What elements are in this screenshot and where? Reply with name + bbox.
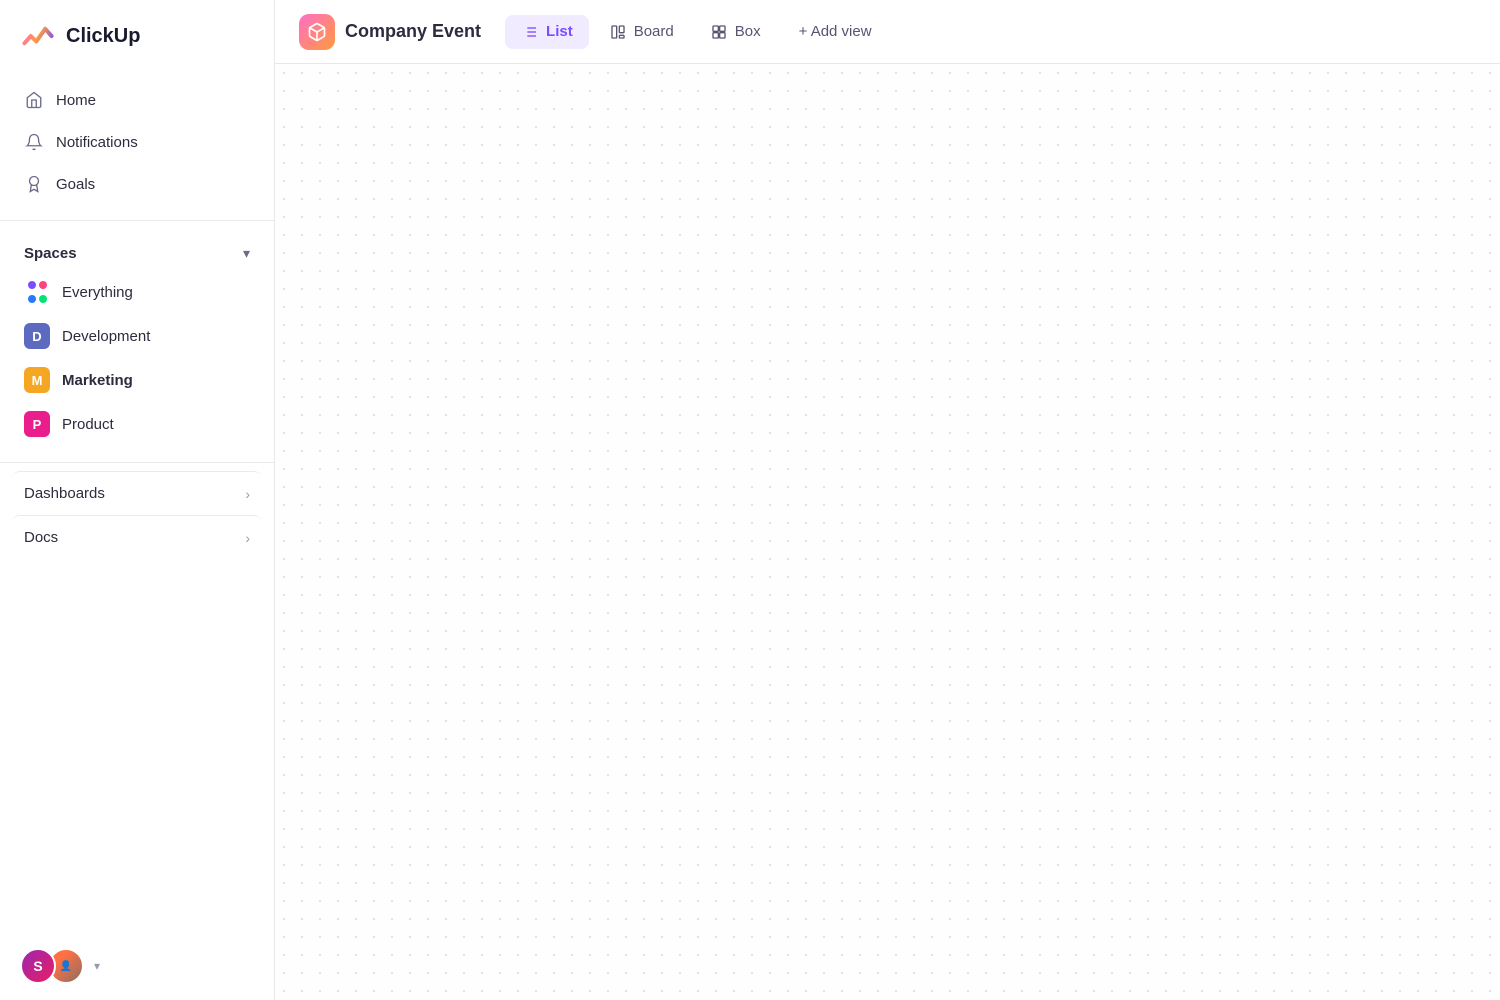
- divider-1: [0, 220, 274, 221]
- project-name: Company Event: [345, 21, 481, 42]
- sidebar-item-notifications[interactable]: Notifications: [12, 122, 262, 162]
- chevron-right-icon-dashboards: ›: [245, 486, 250, 502]
- marketing-label: Marketing: [62, 372, 133, 389]
- everything-dots-icon: [24, 279, 50, 305]
- tab-box-label: Box: [735, 23, 761, 40]
- goals-label: Goals: [56, 176, 95, 193]
- box-3d-icon: [307, 22, 327, 42]
- bell-icon: [24, 132, 44, 152]
- clickup-logo-icon: [20, 18, 56, 54]
- board-icon: [609, 23, 627, 41]
- chevron-down-icon: ▾: [243, 245, 250, 262]
- development-label: Development: [62, 328, 150, 345]
- tab-board-label: Board: [634, 23, 674, 40]
- project-icon: [299, 14, 335, 50]
- product-badge: P: [24, 411, 50, 437]
- header: Company Event List: [275, 0, 1500, 64]
- sidebar-item-goals[interactable]: Goals: [12, 164, 262, 204]
- tab-list[interactable]: List: [505, 15, 589, 49]
- divider-2: [0, 462, 274, 463]
- spaces-header[interactable]: Spaces ▾: [12, 237, 262, 270]
- box-icon: [710, 23, 728, 41]
- notifications-label: Notifications: [56, 134, 138, 151]
- project-info: Company Event: [299, 14, 481, 50]
- docs-label: Docs: [24, 529, 58, 546]
- avatar-group: S 👤: [20, 948, 84, 984]
- home-label: Home: [56, 92, 96, 109]
- list-icon: [521, 23, 539, 41]
- add-view-button[interactable]: + Add view: [785, 15, 886, 48]
- spaces-title: Spaces: [24, 245, 77, 262]
- footer-chevron-icon: ▾: [94, 959, 100, 973]
- logo-area: ClickUp: [0, 0, 274, 72]
- main-content: Company Event List: [275, 0, 1500, 1000]
- product-label: Product: [62, 416, 114, 433]
- avatar-user-s: S: [20, 948, 56, 984]
- sidebar-item-everything[interactable]: Everything: [12, 270, 262, 314]
- sidebar-item-marketing[interactable]: M Marketing: [12, 358, 262, 402]
- everything-label: Everything: [62, 284, 133, 301]
- logo-text: ClickUp: [66, 25, 140, 48]
- sidebar-nav: Home Notifications Goals: [0, 72, 274, 212]
- tab-board[interactable]: Board: [593, 15, 690, 49]
- sidebar-footer[interactable]: S 👤 ▾: [0, 932, 274, 1000]
- marketing-badge: M: [24, 367, 50, 393]
- sidebar-item-product[interactable]: P Product: [12, 402, 262, 446]
- sidebar-item-home[interactable]: Home: [12, 80, 262, 120]
- chevron-right-icon-docs: ›: [245, 530, 250, 546]
- development-badge: D: [24, 323, 50, 349]
- tab-box[interactable]: Box: [694, 15, 777, 49]
- sidebar-item-docs[interactable]: Docs ›: [12, 515, 262, 559]
- sidebar-item-dashboards[interactable]: Dashboards ›: [12, 471, 262, 515]
- view-tabs: List Board: [505, 15, 886, 49]
- dashboards-label: Dashboards: [24, 485, 105, 502]
- home-icon: [24, 90, 44, 110]
- bottom-sections: Dashboards › Docs ›: [0, 471, 274, 559]
- tab-list-label: List: [546, 23, 573, 40]
- sidebar-item-development[interactable]: D Development: [12, 314, 262, 358]
- add-view-label: + Add view: [799, 23, 872, 40]
- sidebar: ClickUp Home Notifications: [0, 0, 275, 1000]
- content-area: [275, 64, 1500, 1000]
- trophy-icon: [24, 174, 44, 194]
- spaces-section: Spaces ▾ Everything D Development M: [0, 229, 274, 454]
